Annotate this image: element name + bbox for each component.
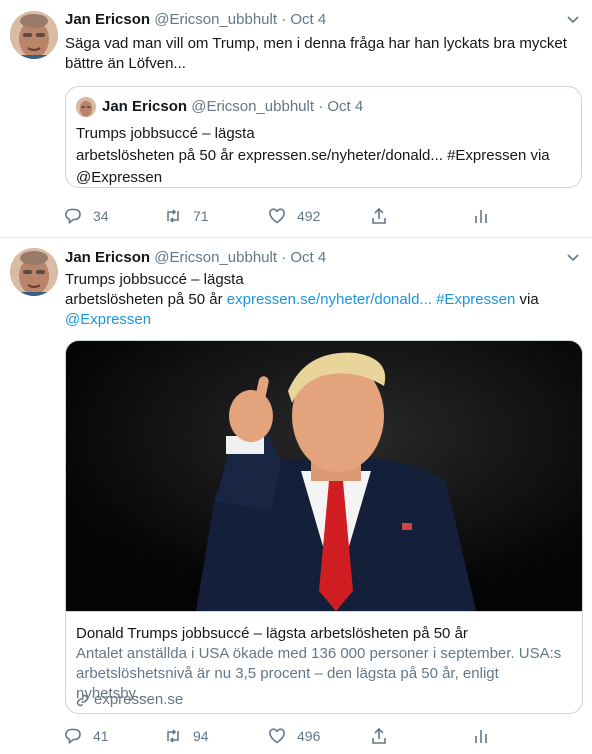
tweet-text: Trumps jobbsuccé – lägsta arbetslösheten… [65,270,580,330]
retweet-button[interactable]: 71 [164,206,209,226]
analytics-icon [475,730,487,743]
quoted-header: Jan Ericson @Ericson_ubbhult · Oct 4 [102,97,363,117]
share-icon [372,727,386,744]
quoted-date: Oct 4 [327,98,364,115]
tweet[interactable]: Jan Ericson @Ericson_ubbhult · Oct 4 Tru… [0,238,592,754]
quoted-author-name: Jan Ericson [102,98,188,115]
retweet-icon [167,209,179,223]
reply-icon [65,728,81,745]
avatar-photo [10,248,58,296]
separator: · [281,11,287,28]
mention-link[interactable]: @Expressen [65,311,151,328]
tweet-line: arbetslösheten på 50 år expressen.se/nyh… [65,290,580,310]
reply-count: 34 [93,208,109,224]
quoted-line: @Expressen [76,169,163,186]
avatar[interactable] [10,248,58,296]
card-domain: expressen.se [76,690,183,710]
article-link[interactable]: expressen.se/nyheter/donald... [227,291,432,308]
link-icon [76,694,89,706]
reply-button[interactable]: 34 [64,206,109,226]
separator: · [281,249,287,266]
via-text: via [519,291,539,308]
hashtag-link[interactable]: #Expressen [436,291,515,308]
chevron-down-icon[interactable] [566,251,580,265]
share-icon [372,207,386,224]
retweet-count: 94 [193,728,209,744]
tweet-header: Jan Ericson @Ericson_ubbhult · Oct 4 [65,10,326,30]
reply-button[interactable]: 41 [64,726,109,746]
card-domain-text: expressen.se [94,691,184,708]
reply-count: 41 [93,728,109,744]
author-handle[interactable]: @Ericson_ubbhult [154,249,277,266]
heart-icon [269,728,285,744]
tweet-line: Trumps jobbsuccé – lägsta [65,271,244,288]
like-count: 492 [297,208,321,224]
card-photo [66,341,582,611]
avatar-photo [10,11,58,59]
avatar-photo [76,97,96,117]
tweet-line: @Expressen [65,310,580,330]
tweet-date[interactable]: Oct 4 [290,249,326,266]
share-button[interactable] [370,726,388,746]
tweet-text-plain: arbetslösheten på 50 år [65,291,227,308]
like-button[interactable]: 496 [268,726,320,746]
author-name[interactable]: Jan Ericson [65,249,150,266]
card-image [66,341,582,611]
share-button[interactable] [370,206,388,226]
analytics-button[interactable] [472,726,490,746]
like-button[interactable]: 492 [268,206,320,226]
chevron-down-icon[interactable] [566,13,580,27]
card-body: Donald Trumps jobbsuccé – lägsta arbetsl… [66,611,582,713]
like-count: 496 [297,728,321,744]
analytics-button[interactable] [472,206,490,226]
separator: · [318,98,324,115]
link-card[interactable]: Donald Trumps jobbsuccé – lägsta arbetsl… [65,340,583,714]
retweet-button[interactable]: 94 [164,726,209,746]
avatar[interactable] [10,11,58,59]
quoted-avatar [76,97,96,117]
heart-icon [269,208,285,224]
quoted-line: arbetslösheten på 50 år expressen.se/nyh… [76,147,550,164]
tweet-header: Jan Ericson @Ericson_ubbhult · Oct 4 [65,248,326,268]
analytics-icon [475,210,487,223]
quoted-line: Trumps jobbsuccé – lägsta [76,125,255,142]
author-name[interactable]: Jan Ericson [65,11,150,28]
reply-icon [65,208,81,225]
quoted-tweet[interactable]: Jan Ericson @Ericson_ubbhult · Oct 4 Tru… [65,86,582,188]
quoted-text: Trumps jobbsuccé – lägsta arbetslösheten… [76,123,571,189]
author-handle[interactable]: @Ericson_ubbhult [154,11,277,28]
tweet[interactable]: Jan Ericson @Ericson_ubbhult · Oct 4 Säg… [0,0,592,238]
retweet-count: 71 [193,208,209,224]
quoted-author-handle: @Ericson_ubbhult [191,98,315,115]
tweet-text: Säga vad man vill om Trump, men i denna … [65,35,567,72]
card-title: Donald Trumps jobbsuccé – lägsta arbetsl… [76,625,468,642]
retweet-icon [167,729,179,743]
tweet-date[interactable]: Oct 4 [290,11,326,28]
